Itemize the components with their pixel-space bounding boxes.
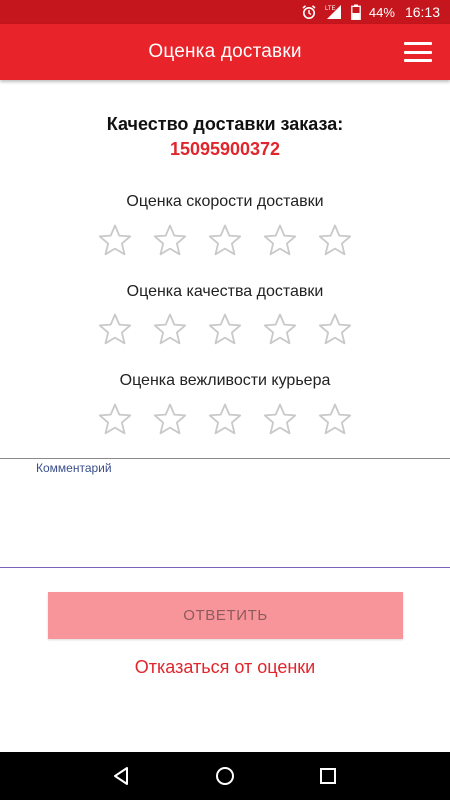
battery-percent: 44% (368, 4, 395, 20)
status-bar: LTE 44% 16:13 (0, 0, 450, 24)
decline-rating-link[interactable]: Отказаться от оценки (0, 657, 450, 678)
recents-icon[interactable] (304, 752, 352, 800)
star-icon[interactable] (97, 312, 133, 348)
rating-label-quality: Оценка качества доставки (126, 283, 324, 300)
star-icon[interactable] (152, 312, 188, 348)
star-icon[interactable] (317, 223, 353, 259)
clock-time: 16:13 (404, 4, 440, 20)
star-icon[interactable] (262, 312, 298, 348)
battery-icon (351, 4, 361, 20)
star-icon[interactable] (97, 402, 133, 438)
star-icon[interactable] (207, 312, 243, 348)
star-icon[interactable] (152, 223, 188, 259)
app-bar: Оценка доставки (0, 24, 450, 80)
star-icon[interactable] (207, 223, 243, 259)
order-heading: Качество доставки заказа: (106, 114, 344, 134)
reply-button[interactable]: ОТВЕТИТЬ (48, 592, 403, 639)
back-icon[interactable] (98, 752, 146, 800)
hamburger-menu-icon[interactable] (404, 40, 434, 64)
rating-label-speed: Оценка скорости доставки (126, 193, 324, 210)
stars-row-speed (0, 223, 450, 259)
star-icon[interactable] (207, 402, 243, 438)
page-title: Оценка доставки (148, 41, 302, 62)
stars-row-courtesy (0, 402, 450, 438)
star-icon[interactable] (262, 223, 298, 259)
stars-row-quality (0, 312, 450, 348)
star-icon[interactable] (317, 312, 353, 348)
star-icon[interactable] (97, 223, 133, 259)
rating-label-courtesy: Оценка вежливости курьера (119, 372, 331, 389)
comment-label: Комментарий (36, 461, 112, 475)
home-icon[interactable] (201, 752, 249, 800)
lte-label: LTE (325, 6, 336, 12)
alarm-icon (301, 4, 317, 20)
comment-field[interactable]: Комментарий (0, 458, 450, 568)
order-number: 15095900372 (169, 139, 281, 159)
star-icon[interactable] (262, 402, 298, 438)
comment-input[interactable] (30, 479, 430, 563)
navigation-bar (0, 752, 450, 800)
star-icon[interactable] (317, 402, 353, 438)
lte-signal-icon: LTE (325, 4, 343, 20)
star-icon[interactable] (152, 402, 188, 438)
